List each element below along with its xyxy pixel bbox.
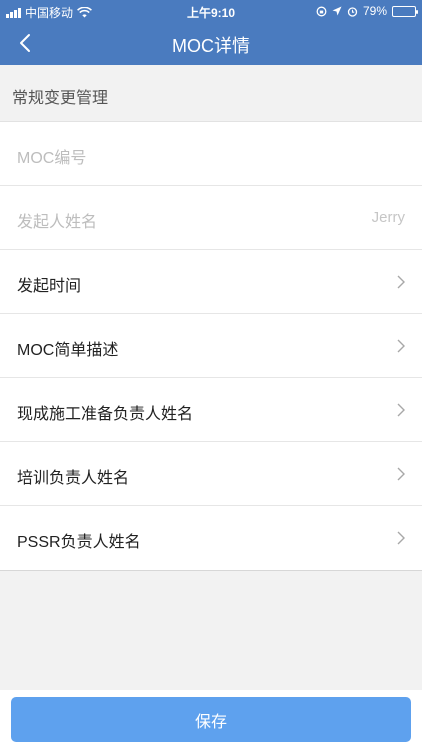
initiation-time-label: 发起时间 — [17, 278, 82, 295]
row-moc-number[interactable]: MOC编号 — [0, 122, 422, 186]
footer-bar: 保存 — [0, 690, 422, 750]
row-initiation-time[interactable]: 发起时间 — [0, 250, 422, 314]
battery-icon — [392, 5, 418, 17]
training-owner-label: 培训负责人姓名 — [17, 470, 130, 487]
row-training-owner[interactable]: 培训负责人姓名 — [0, 442, 422, 506]
chevron-right-icon — [397, 467, 405, 481]
status-right: 79% — [316, 4, 418, 18]
battery-percent: 79% — [362, 4, 387, 18]
chevron-right-icon — [397, 403, 405, 417]
row-moc-description[interactable]: MOC简单描述 — [0, 314, 422, 378]
initiator-name-label: 发起人姓名 — [17, 214, 98, 231]
row-pssr-owner[interactable]: PSSR负责人姓名 — [0, 506, 422, 570]
chevron-right-icon — [397, 275, 405, 289]
construction-prep-owner-label: 现成施工准备负责人姓名 — [17, 406, 194, 423]
navigation-bar: MOC详情 — [0, 22, 422, 65]
row-construction-prep-owner[interactable]: 现成施工准备负责人姓名 — [0, 378, 422, 442]
initiator-name-value: Jerry — [371, 209, 405, 226]
pssr-owner-label: PSSR负责人姓名 — [17, 534, 141, 551]
moc-description-label: MOC简单描述 — [17, 342, 119, 359]
section-title: 常规变更管理 — [12, 90, 109, 107]
rotation-lock-icon — [316, 6, 327, 16]
chevron-right-icon — [397, 531, 405, 545]
row-initiator-name[interactable]: 发起人姓名 Jerry — [0, 186, 422, 250]
form-list: MOC编号 发起人姓名 Jerry 发起时间 MOC简单描述 现成施工准备负责人… — [0, 122, 422, 571]
status-bar: 中国移动 上午9:10 79% — [0, 0, 422, 22]
top-bar: 中国移动 上午9:10 79% MOC详情 — [0, 0, 422, 65]
page-title: MOC详情 — [172, 36, 250, 56]
alarm-icon — [347, 6, 358, 17]
save-button[interactable]: 保存 — [11, 697, 411, 742]
chevron-right-icon — [397, 339, 405, 353]
location-icon — [332, 6, 342, 16]
section-header: 常规变更管理 — [0, 65, 422, 122]
moc-number-label: MOC编号 — [17, 150, 87, 167]
